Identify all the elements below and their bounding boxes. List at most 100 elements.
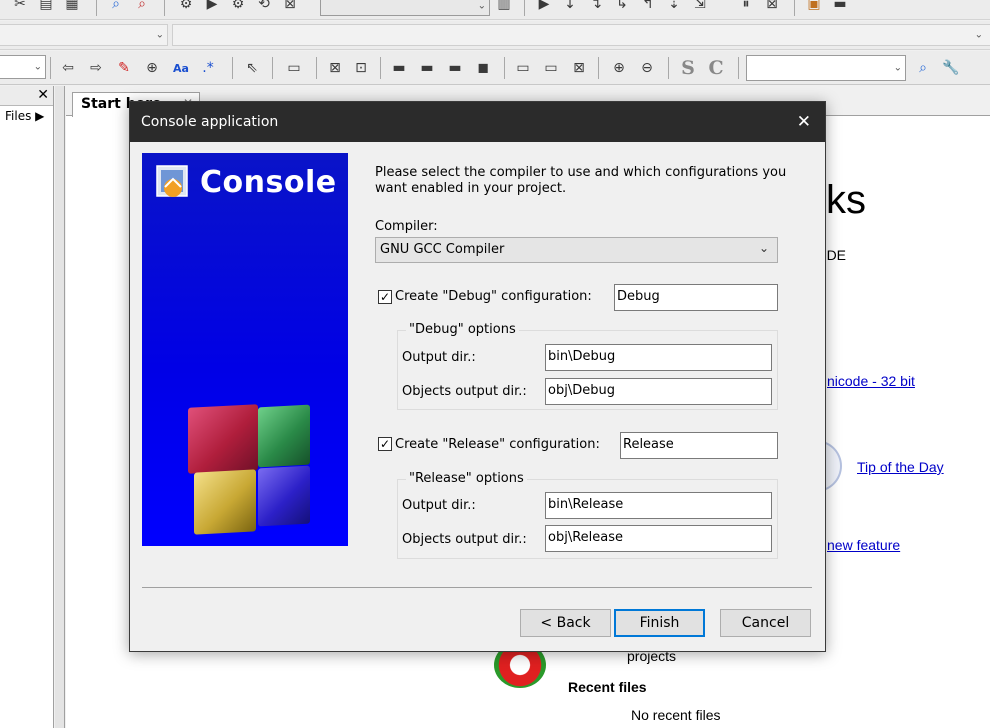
- highlight-icon[interactable]: ✎: [114, 57, 134, 79]
- align-justify-icon[interactable]: ◼: [472, 57, 494, 79]
- release-output-dir-input[interactable]: bin\Release: [545, 492, 772, 519]
- run-to-cursor-icon[interactable]: ↧: [560, 0, 580, 14]
- wrench-icon[interactable]: 🔧: [940, 57, 962, 79]
- dialog-title: Console application: [141, 114, 279, 130]
- toolbar-separator: [272, 57, 273, 79]
- search-scope-combo[interactable]: ⌄: [0, 55, 46, 79]
- settings-icon[interactable]: ⚙: [176, 0, 196, 14]
- step-into-instruction-icon[interactable]: ⇲: [690, 0, 710, 14]
- chevron-down-icon: ⌄: [974, 29, 983, 41]
- chevron-down-icon: ⌄: [477, 0, 486, 12]
- search-text-input[interactable]: ⌄: [746, 55, 906, 81]
- debug-config-checkbox[interactable]: ✓: [378, 290, 392, 304]
- shape-cross-icon[interactable]: ⊠: [568, 57, 590, 79]
- search-icon[interactable]: ⌕: [912, 57, 934, 79]
- compiler-select[interactable]: GNU GCC Compiler ⌄: [375, 237, 778, 263]
- align-center-icon[interactable]: ▬: [416, 57, 438, 79]
- release-objects-dir-input[interactable]: obj\Release: [545, 525, 772, 552]
- toolbar-separator: [524, 0, 525, 16]
- start-heading-fragment: ks: [826, 178, 866, 222]
- rebuild-icon[interactable]: ⟲: [254, 0, 274, 14]
- scope-combo[interactable]: ⌄: [0, 24, 168, 46]
- function-combo[interactable]: ⌄: [172, 24, 990, 46]
- build-target-combo[interactable]: ⌄: [320, 0, 490, 16]
- release-output-dir-label: Output dir.:: [402, 498, 476, 513]
- release-config-label: Create "Release" configuration:: [395, 437, 600, 452]
- back-button[interactable]: < Back: [520, 609, 611, 637]
- close-icon[interactable]: ✕: [797, 112, 811, 132]
- find-icon[interactable]: ⌕: [106, 0, 126, 14]
- no-recent-files-text: No recent files: [631, 707, 721, 723]
- toolbar-separator: [504, 57, 505, 79]
- match-case-icon[interactable]: Aa: [170, 57, 192, 79]
- compiler-select-value: GNU GCC Compiler: [380, 242, 505, 257]
- stop-debugger-icon[interactable]: ⊠: [762, 0, 782, 14]
- uncomment-icon[interactable]: ⊡: [350, 57, 372, 79]
- debug-run-icon[interactable]: ▶: [534, 0, 554, 14]
- debug-info-icon[interactable]: ▬: [830, 0, 850, 14]
- management-panel-header: ✕: [0, 86, 53, 106]
- cancel-button[interactable]: Cancel: [720, 609, 811, 637]
- select-pointer-icon[interactable]: ⇖: [242, 57, 262, 79]
- codeblocks-logo-icon: [156, 165, 188, 197]
- regex-icon[interactable]: .*: [198, 57, 218, 79]
- zoom-in-icon[interactable]: ⊕: [608, 57, 630, 79]
- link-new-feature[interactable]: new feature: [827, 537, 900, 553]
- align-right-icon[interactable]: ▬: [444, 57, 466, 79]
- toolbar-separator: [164, 0, 165, 16]
- management-panel: ✕ Files ▶: [0, 86, 54, 728]
- edit-toolbar: ⌄ ⇦ ⇨ ✎ ⊕ Aa .* ⇖ ▭ ⊠ ⊡ ▬ ▬ ▬ ◼ ▭ ▭ ⊠ ⊕ …: [0, 51, 990, 85]
- release-options-caption: "Release" options: [406, 471, 527, 486]
- toolbar-separator: [738, 57, 739, 79]
- next-instruction-icon[interactable]: ⇣: [664, 0, 684, 14]
- forward-arrow-icon[interactable]: ⇨: [86, 57, 106, 79]
- toolbar-separator: [232, 57, 233, 79]
- shape-box-icon[interactable]: ▭: [512, 57, 534, 79]
- panel-splitter[interactable]: [55, 86, 65, 728]
- debug-config-name-input[interactable]: Debug: [614, 284, 778, 311]
- release-config-name-input[interactable]: Release: [620, 432, 778, 459]
- dialog-separator: [142, 587, 812, 588]
- step-out-icon[interactable]: ↰: [638, 0, 658, 14]
- block-icon[interactable]: ▭: [282, 57, 306, 79]
- banner-title: Console: [200, 165, 337, 200]
- debug-output-dir-input[interactable]: bin\Debug: [545, 344, 772, 371]
- toolbar-separator: [598, 57, 599, 79]
- align-left-icon[interactable]: ▬: [388, 57, 410, 79]
- toolbar-separator: [50, 57, 51, 79]
- paste-icon[interactable]: ▦: [62, 0, 82, 14]
- finish-button[interactable]: Finish: [614, 609, 705, 637]
- comment-icon[interactable]: ⊠: [324, 57, 346, 79]
- format-c-icon[interactable]: C: [704, 56, 728, 80]
- abort-icon[interactable]: ⊠: [280, 0, 300, 14]
- cube-red: [188, 404, 258, 474]
- link-unicode-32bit[interactable]: nicode - 32 bit: [827, 373, 915, 389]
- target-options-icon[interactable]: ▥: [494, 0, 514, 14]
- step-into-icon[interactable]: ↳: [612, 0, 632, 14]
- zoom-out-icon[interactable]: ⊖: [636, 57, 658, 79]
- copy-icon[interactable]: ▤: [36, 0, 56, 14]
- chevron-down-icon: ⌄: [893, 62, 902, 74]
- toolbar-separator: [316, 57, 317, 79]
- recent-files-heading: Recent files: [568, 679, 647, 695]
- bookmark-icon[interactable]: ⊕: [142, 57, 162, 79]
- wizard-banner: Console: [142, 153, 348, 546]
- debug-windows-icon[interactable]: ▣: [804, 0, 824, 14]
- release-config-checkbox[interactable]: ✓: [378, 437, 392, 451]
- run-icon[interactable]: ▶: [202, 0, 222, 14]
- back-arrow-icon[interactable]: ⇦: [58, 57, 78, 79]
- format-s-icon[interactable]: S: [676, 56, 700, 80]
- close-icon[interactable]: ✕: [37, 87, 49, 103]
- replace-icon[interactable]: ⌕: [132, 0, 152, 14]
- chevron-down-icon: ⌄: [33, 61, 42, 73]
- link-tip-of-the-day[interactable]: Tip of the Day: [857, 459, 944, 475]
- build-run-icon[interactable]: ⚙: [228, 0, 248, 14]
- toolbar-separator: [668, 57, 669, 79]
- files-tab[interactable]: Files ▶: [0, 106, 53, 123]
- debug-objects-dir-input[interactable]: obj\Debug: [545, 378, 772, 405]
- shape-tag-icon[interactable]: ▭: [540, 57, 562, 79]
- cut-icon[interactable]: ✂: [10, 0, 30, 14]
- break-icon[interactable]: ⏸: [736, 0, 756, 14]
- main-toolbar: ✂ ▤ ▦ ⌕ ⌕ ⚙ ▶ ⚙ ⟲ ⊠ ⌄ ▥ ▶ ↧ ↴ ↳ ↰ ⇣ ⇲ ⏸ …: [0, 0, 990, 20]
- next-line-icon[interactable]: ↴: [586, 0, 606, 14]
